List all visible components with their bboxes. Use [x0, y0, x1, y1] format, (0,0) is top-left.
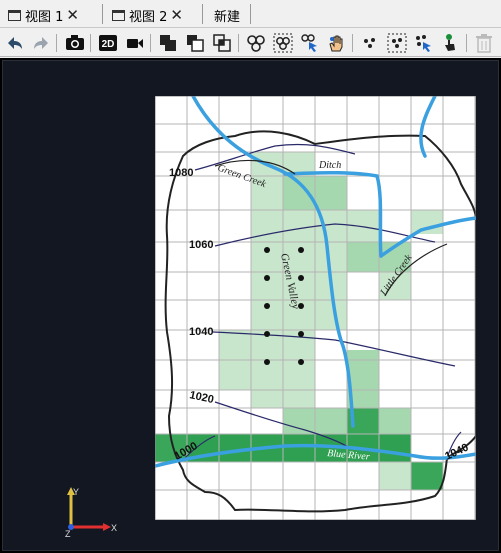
tab-label: 视图 2: [129, 9, 168, 25]
window-icon: [8, 9, 21, 21]
window-icon: [112, 9, 125, 21]
contour-label-1060: 1060: [189, 239, 213, 251]
svg-text:2D: 2D: [102, 39, 115, 50]
viewport-3d[interactable]: 1080 1060 1040 1020 1000 1040 Green Cree…: [0, 58, 501, 553]
toolbar: 2D: [0, 29, 501, 57]
tab-new[interactable]: 新建: [214, 4, 240, 26]
camera-icon[interactable]: [64, 32, 86, 54]
tab-label: 视图 1: [25, 9, 64, 25]
z-axis-label: Z: [65, 529, 71, 538]
intersect-icon[interactable]: [211, 32, 233, 54]
select-group-icon[interactable]: [245, 32, 267, 54]
select-points-pointer-icon[interactable]: [413, 32, 435, 54]
x-axis-label: X: [111, 523, 117, 533]
close-icon[interactable]: ✕: [170, 6, 183, 24]
contour-label-1080: 1080: [169, 167, 193, 179]
blue-river-cells: [187, 434, 411, 462]
tab-view-1[interactable]: 视图 1 ✕: [8, 4, 79, 26]
subtract-icon[interactable]: [184, 32, 206, 54]
view-2d-button[interactable]: 2D: [97, 32, 119, 54]
select-group-box-icon[interactable]: [272, 32, 294, 54]
video-icon[interactable]: [124, 32, 146, 54]
select-points-icon[interactable]: [359, 32, 381, 54]
viewport-canvas[interactable]: 1080 1060 1040 1020 1000 1040 Green Cree…: [2, 60, 499, 551]
select-points-box-icon[interactable]: [386, 32, 408, 54]
union-icon[interactable]: [157, 32, 179, 54]
axes-gizmo: Y X Z: [65, 487, 117, 538]
label-ditch: Ditch: [318, 160, 341, 171]
trash-icon[interactable]: [473, 32, 495, 54]
contour-label-1040: 1040: [189, 326, 213, 338]
undo-icon[interactable]: [4, 32, 26, 54]
groundwater-model-map[interactable]: 1080 1060 1040 1020 1000 1040 Green Cree…: [155, 96, 476, 520]
tab-label: 新建: [214, 9, 241, 25]
tab-view-2[interactable]: 视图 2 ✕: [112, 4, 183, 26]
select-group-pointer-icon[interactable]: [299, 32, 321, 54]
close-icon[interactable]: ✕: [66, 6, 79, 24]
tab-bar: 视图 1 ✕ 视图 2 ✕ 新建: [0, 0, 501, 28]
redo-icon[interactable]: [30, 32, 52, 54]
y-axis-label: Y: [73, 487, 79, 497]
hand-icon[interactable]: [325, 32, 347, 54]
finger-point-icon[interactable]: [439, 32, 461, 54]
